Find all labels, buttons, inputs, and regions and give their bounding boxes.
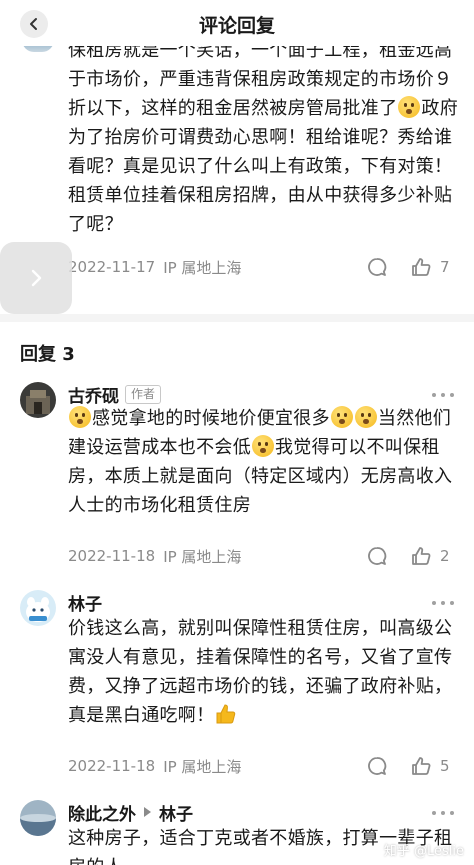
- author-row: 林子: [68, 590, 102, 615]
- peek-emoji-icon: [69, 406, 91, 428]
- comment-actions: 7: [366, 255, 450, 279]
- more-options-icon[interactable]: [432, 600, 454, 606]
- reply-text: 价钱这么高，就别叫保障性租赁住房，叫高级公寓没人有意见，挂着保障性的名号，又省了…: [68, 618, 453, 726]
- peek-emoji-icon: [330, 406, 353, 428]
- reply-text: 感觉拿地的时候地价便宜很多 当然他们建设运营成本也不会低 我觉得可以不叫保租房，本质…: [68, 406, 453, 516]
- thumbs-up-icon[interactable]: [410, 755, 432, 777]
- reply-bubble-icon[interactable]: [366, 256, 388, 278]
- thumbs-up-icon[interactable]: [410, 256, 432, 278]
- author-name[interactable]: 除此之外: [68, 800, 136, 825]
- comment-date: 2022-11-18: [68, 757, 156, 775]
- section-divider: [0, 314, 474, 322]
- side-drawer-handle[interactable]: [0, 242, 72, 314]
- peek-emoji-icon: [398, 96, 421, 118]
- parent-comment-text: 保租房就是一个笑话，一个面子工程，租金远高于市场价，严重违背保租房政策规定的市场…: [68, 40, 459, 235]
- comment-date: 2022-11-18: [68, 547, 156, 565]
- avatar[interactable]: [20, 382, 56, 418]
- author-badge: 作者: [125, 384, 162, 404]
- parent-comment-meta: 2022-11-17 IP 属地上海 7: [68, 255, 462, 279]
- avatar-image: [20, 590, 56, 626]
- comment-date: 2022-11-17: [68, 258, 156, 276]
- reply-to-arrow-icon: [144, 807, 151, 817]
- reply-bubble-icon[interactable]: [366, 545, 388, 567]
- more-options-icon[interactable]: [432, 392, 454, 398]
- thumbs-up-icon[interactable]: [410, 545, 432, 567]
- comment-actions: 5: [366, 754, 450, 778]
- chevron-right-icon: [31, 269, 42, 287]
- reply-to-name[interactable]: 林子: [159, 800, 193, 825]
- avatar[interactable]: [20, 800, 56, 836]
- comment-ip: IP 属地上海: [163, 757, 242, 776]
- comment-ip: IP 属地上海: [163, 258, 242, 277]
- replies-section-title: 回复 3: [20, 344, 75, 365]
- watermark: 知乎 @Leslie: [383, 844, 464, 859]
- like-count: 5: [440, 757, 450, 775]
- thumbs-up-emoji-icon: [216, 704, 236, 724]
- header-bar: 评论回复: [0, 0, 474, 46]
- reply-meta: 2022-11-18 IP 属地上海 5: [68, 754, 462, 778]
- like-count: 7: [440, 258, 450, 276]
- reply-meta: 2022-11-18 IP 属地上海 2: [68, 544, 462, 568]
- avatar-image: [20, 382, 56, 418]
- comment-actions: 2: [366, 544, 450, 568]
- peek-emoji-icon: [354, 406, 377, 428]
- comment-ip: IP 属地上海: [163, 547, 242, 566]
- author-row: 除此之外 林子: [68, 800, 193, 825]
- page-title: 评论回复: [198, 15, 275, 37]
- author-row: 古乔砚 作者: [68, 382, 162, 407]
- peek-emoji-icon: [252, 435, 274, 457]
- author-name[interactable]: 古乔砚: [68, 382, 119, 407]
- avatar-image: [20, 800, 56, 836]
- author-name[interactable]: 林子: [68, 590, 102, 615]
- like-count: 2: [440, 547, 450, 565]
- avatar[interactable]: [20, 590, 56, 626]
- reply-bubble-icon[interactable]: [366, 755, 388, 777]
- more-options-icon[interactable]: [432, 810, 454, 816]
